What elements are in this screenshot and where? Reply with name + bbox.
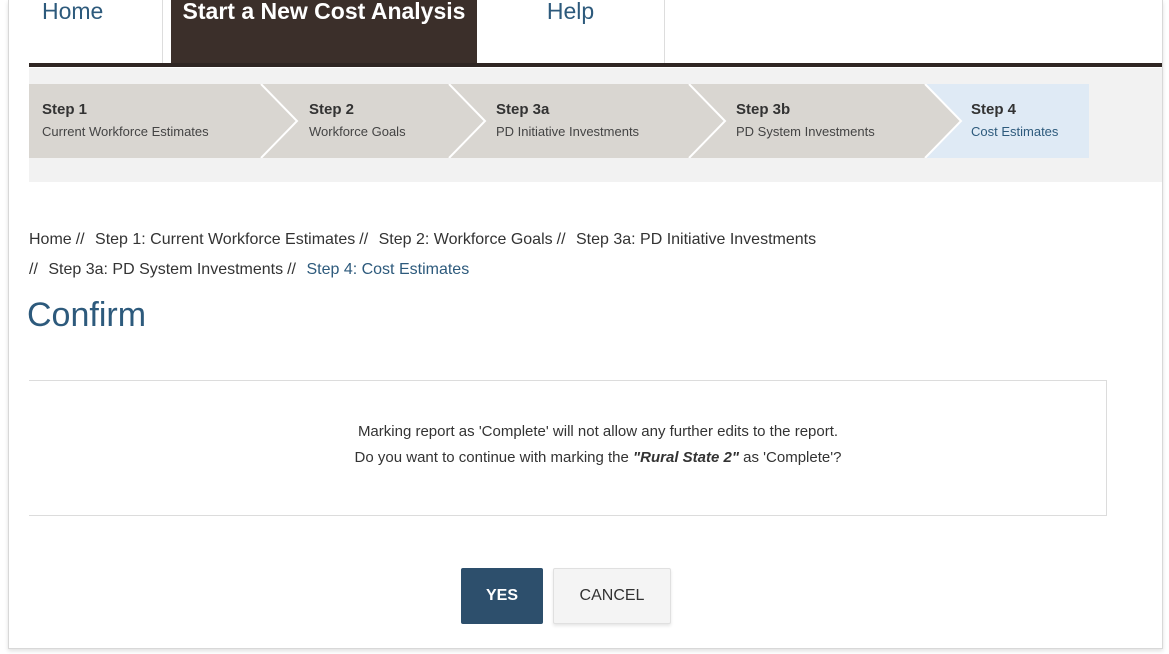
step-2[interactable]: Step 2 Workforce Goals xyxy=(309,101,406,141)
breadcrumb-separator: // xyxy=(287,261,296,278)
page-title: Confirm xyxy=(27,296,147,334)
step-2-number: Step 2 xyxy=(309,101,355,118)
breadcrumb-step-3a[interactable]: Step 3a: PD Initiative Investments xyxy=(576,231,816,248)
step-3a-label: PD Initiative Investments xyxy=(496,124,640,139)
step-1-label: Current Workforce Estimates xyxy=(42,124,209,139)
nav-divider xyxy=(29,63,1162,67)
breadcrumb-current: Step 4: Cost Estimates xyxy=(306,261,470,278)
tab-home[interactable]: Home xyxy=(9,0,163,64)
tab-start-label: Start a New Cost Analysis xyxy=(182,0,466,24)
confirm-question-suffix: as 'Complete'? xyxy=(743,449,842,466)
cancel-button[interactable]: CANCEL xyxy=(553,568,671,624)
step-1-number: Step 1 xyxy=(42,101,88,118)
step-3b[interactable]: Step 3b PD System Investments xyxy=(736,101,875,141)
confirm-question-prefix: Do you want to continue with marking the xyxy=(354,449,629,466)
breadcrumb-separator: // xyxy=(75,231,85,248)
yes-button[interactable]: YES xyxy=(461,568,543,624)
confirm-message-line-2: Do you want to continue with marking the… xyxy=(29,449,1162,466)
step-4-label: Cost Estimates xyxy=(971,124,1059,139)
step-4[interactable]: Step 4 Cost Estimates xyxy=(971,101,1058,141)
breadcrumb: Home// Step 1: Current Workforce Estimat… xyxy=(29,225,1029,285)
step-3b-number: Step 3b xyxy=(736,101,791,118)
app-frame: Home Start a New Cost Analysis Help Step… xyxy=(8,0,1163,649)
step-2-label: Workforce Goals xyxy=(309,124,406,139)
breadcrumb-separator: // xyxy=(29,261,38,278)
step-3a[interactable]: Step 3a PD Initiative Investments xyxy=(496,101,639,141)
report-name: "Rural State 2" xyxy=(633,449,739,466)
breadcrumb-step-1[interactable]: Step 1: Current Workforce Estimates xyxy=(95,231,355,248)
top-nav: Home Start a New Cost Analysis Help xyxy=(9,0,1162,64)
step-1[interactable]: Step 1 Current Workforce Estimates xyxy=(42,101,209,141)
confirm-message-box: Marking report as 'Complete' will not al… xyxy=(29,380,1107,516)
step-4-number: Step 4 xyxy=(971,101,1017,118)
tab-help[interactable]: Help xyxy=(477,0,665,64)
step-3b-label: PD System Investments xyxy=(736,124,875,139)
breadcrumb-step-3b[interactable]: Step 3a: PD System Investments xyxy=(48,261,283,278)
breadcrumb-separator: // xyxy=(359,231,369,248)
step-progress: Step 1 Current Workforce Estimates Step … xyxy=(29,84,1089,158)
breadcrumb-step-2[interactable]: Step 2: Workforce Goals xyxy=(379,231,553,248)
breadcrumb-separator: // xyxy=(556,231,566,248)
tab-start-new-cost-analysis[interactable]: Start a New Cost Analysis xyxy=(171,0,477,64)
step-3a-number: Step 3a xyxy=(496,101,550,118)
confirm-message-line-1: Marking report as 'Complete' will not al… xyxy=(357,423,839,440)
breadcrumb-home[interactable]: Home xyxy=(29,231,72,248)
tab-home-label: Home xyxy=(42,0,104,24)
tab-help-label: Help xyxy=(546,0,595,24)
